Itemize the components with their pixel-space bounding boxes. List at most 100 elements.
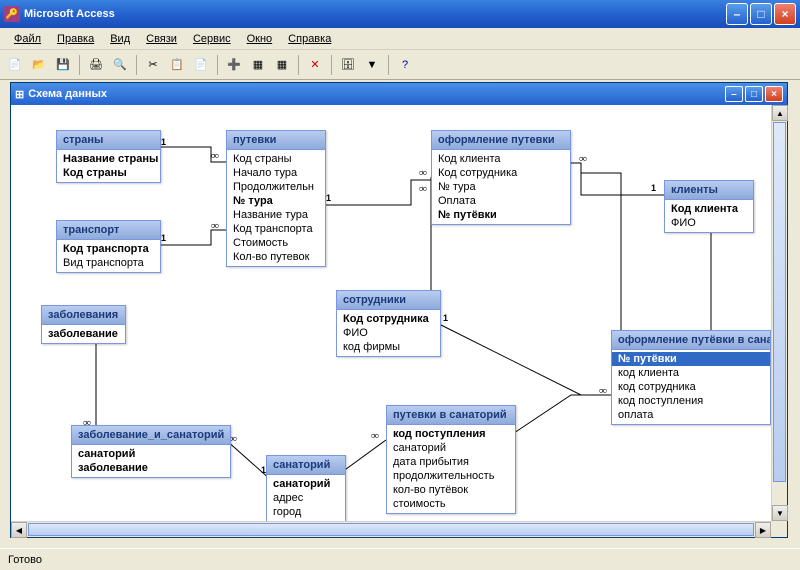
delete-button[interactable]: ✕ <box>304 54 326 76</box>
table-tours[interactable]: путевки Код страныНачало тураПродолжитель… <box>226 130 326 267</box>
table-field[interactable]: Начало тура <box>227 166 325 180</box>
add-table-button[interactable]: ➕ <box>223 54 245 76</box>
table-reg_san[interactable]: оформление путёвки в сана...№ путёвкикод… <box>611 330 771 425</box>
table-field[interactable]: санаторий <box>72 447 230 461</box>
table-field[interactable]: код клиента <box>612 366 770 380</box>
status-text: Готово <box>8 554 42 566</box>
table-field[interactable]: Код транспорта <box>227 222 325 236</box>
minimize-button[interactable]: – <box>726 3 748 25</box>
table-field[interactable]: № тура <box>432 180 570 194</box>
scroll-left-button[interactable]: ◀ <box>11 522 27 538</box>
table-field[interactable]: код сотрудника <box>612 380 770 394</box>
table-field[interactable]: Код клиента <box>665 202 753 216</box>
table-field[interactable]: заболевание <box>72 461 230 475</box>
table-header[interactable]: клиенты <box>665 181 753 200</box>
table-field[interactable]: № путёвки <box>432 208 570 222</box>
table-field[interactable]: Код страны <box>57 166 160 180</box>
table-header[interactable]: оформление путёвки в сана... <box>612 331 770 350</box>
vertical-scrollbar[interactable]: ▲ ▼ <box>771 105 787 521</box>
menu-help[interactable]: Справка <box>280 31 339 47</box>
scroll-up-button[interactable]: ▲ <box>772 105 788 121</box>
maximize-button[interactable]: □ <box>750 3 772 25</box>
app-icon: 🔑 <box>4 6 20 22</box>
toolbar: 📄 📂 💾 🖨 🔍 ✂ 📋 📄 ➕ ▦ ▦ ✕ 🗄 ▼ ? <box>0 50 800 80</box>
table-field[interactable]: код поступления <box>387 427 515 441</box>
table-field[interactable]: оплата <box>612 408 770 422</box>
copy-button[interactable]: 📋 <box>166 54 188 76</box>
table-header[interactable]: путевки в санаторий <box>387 406 515 425</box>
table-header[interactable]: оформление путевки <box>432 131 570 150</box>
print-button[interactable]: 🖨 <box>85 54 107 76</box>
table-field[interactable]: дата прибытия <box>387 455 515 469</box>
scroll-down-button[interactable]: ▼ <box>772 505 788 521</box>
table-field[interactable]: Код сотрудника <box>337 312 440 326</box>
table-header[interactable]: страны <box>57 131 160 150</box>
table-field[interactable]: № путёвки <box>612 352 770 366</box>
new-obj-button[interactable]: ▼ <box>361 54 383 76</box>
table-registration[interactable]: оформление путевки Код клиентаКод сотрудн… <box>431 130 571 225</box>
table-header[interactable]: транспорт <box>57 221 160 240</box>
table-field[interactable]: Код клиента <box>432 152 570 166</box>
table-staff[interactable]: сотрудники Код сотрудникаФИОкод фирмы <box>336 290 441 357</box>
db-button[interactable]: 🗄 <box>337 54 359 76</box>
table-header[interactable]: путевки <box>227 131 325 150</box>
table-disease_san[interactable]: заболевание_и_санаторий санаторийзаболева… <box>71 425 231 478</box>
preview-button[interactable]: 🔍 <box>109 54 131 76</box>
menu-view[interactable]: Вид <box>102 31 138 47</box>
menu-edit[interactable]: Правка <box>49 31 102 47</box>
table-transport[interactable]: транспорт Код транспортаВид транспорта <box>56 220 161 273</box>
menubar: Файл Правка Вид Связи Сервис Окно Справк… <box>0 28 800 50</box>
relationships-canvas[interactable]: 1∞ 1∞ 1∞ 1∞ 1∞ ∞ 1∞ 1 1∞ ∞1 1∞ 1 страныН… <box>11 105 771 521</box>
table-sanatorium[interactable]: санаторийсанаторийадресгород <box>266 455 346 521</box>
table-field[interactable]: Оплата <box>432 194 570 208</box>
table-field[interactable]: ФИО <box>337 326 440 340</box>
table-header[interactable]: заболевание_и_санаторий <box>72 426 230 445</box>
menu-relationships[interactable]: Связи <box>138 31 185 47</box>
show-all-button[interactable]: ▦ <box>271 54 293 76</box>
table-field[interactable]: город <box>267 505 345 519</box>
table-field[interactable]: ФИО <box>665 216 753 230</box>
table-field[interactable]: санаторий <box>387 441 515 455</box>
table-field[interactable]: № тура <box>227 194 325 208</box>
table-field[interactable]: Название страны <box>57 152 160 166</box>
table-tours_san[interactable]: путевки в санаторий код поступлениясанато… <box>386 405 516 514</box>
table-field[interactable]: Кол-во путевок <box>227 250 325 264</box>
close-button[interactable]: × <box>774 3 796 25</box>
save-button[interactable]: 💾 <box>52 54 74 76</box>
table-diseases[interactable]: заболевания заболевание <box>41 305 126 344</box>
table-countries[interactable]: страны Название страныКод страны <box>56 130 161 183</box>
table-field[interactable]: заболевание <box>42 327 125 341</box>
table-field[interactable]: Стоимость <box>227 236 325 250</box>
table-header[interactable]: сотрудники <box>337 291 440 310</box>
table-field[interactable]: код фирмы <box>337 340 440 354</box>
table-field[interactable]: Код страны <box>227 152 325 166</box>
help-button[interactable]: ? <box>394 54 416 76</box>
child-maximize-button[interactable]: □ <box>745 86 763 102</box>
table-field[interactable]: Код сотрудника <box>432 166 570 180</box>
menu-file[interactable]: Файл <box>6 31 49 47</box>
table-field[interactable]: санаторий <box>267 477 345 491</box>
horizontal-scrollbar[interactable]: ◀ ▶ <box>11 521 771 537</box>
table-clients[interactable]: клиенты Код клиентаФИО <box>664 180 754 233</box>
table-header[interactable]: санаторий <box>267 456 345 475</box>
menu-tools[interactable]: Сервис <box>185 31 239 47</box>
paste-button[interactable]: 📄 <box>190 54 212 76</box>
child-close-button[interactable]: × <box>765 86 783 102</box>
table-field[interactable]: Вид транспорта <box>57 256 160 270</box>
table-field[interactable]: кол-во путёвок <box>387 483 515 497</box>
table-field[interactable]: код поступления <box>612 394 770 408</box>
show-direct-button[interactable]: ▦ <box>247 54 269 76</box>
scroll-right-button[interactable]: ▶ <box>755 522 771 538</box>
table-field[interactable]: стоимость <box>387 497 515 511</box>
cut-button[interactable]: ✂ <box>142 54 164 76</box>
new-button[interactable]: 📄 <box>4 54 26 76</box>
table-field[interactable]: Код транспорта <box>57 242 160 256</box>
table-field[interactable]: Название тура <box>227 208 325 222</box>
table-field[interactable]: адрес <box>267 491 345 505</box>
menu-window[interactable]: Окно <box>239 31 281 47</box>
child-minimize-button[interactable]: – <box>725 86 743 102</box>
table-header[interactable]: заболевания <box>42 306 125 325</box>
table-field[interactable]: продолжительность <box>387 469 515 483</box>
table-field[interactable]: Продолжительн <box>227 180 325 194</box>
open-button[interactable]: 📂 <box>28 54 50 76</box>
